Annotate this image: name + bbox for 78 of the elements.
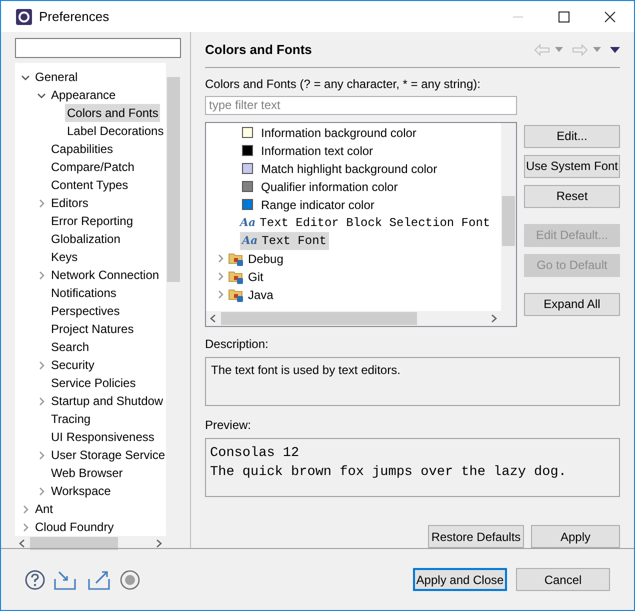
folder-icon	[228, 269, 244, 284]
chevron-right-icon[interactable]	[37, 360, 46, 370]
tree-item[interactable]: Error Reporting	[49, 212, 136, 230]
page-title: Colors and Fonts	[205, 40, 312, 59]
window-title: Preferences	[39, 8, 110, 26]
tree-item[interactable]: Perspectives	[49, 302, 122, 320]
tree-item[interactable]: Network Connection	[49, 266, 162, 284]
tree-item[interactable]: Label Decorations	[65, 122, 166, 140]
preview-text: Consolas 12	[210, 445, 300, 464]
maximize-icon[interactable]	[558, 10, 570, 22]
tree-item[interactable]: Service Policies	[49, 374, 138, 392]
chevron-right-icon[interactable]	[37, 396, 46, 406]
forward-arrow-icon[interactable]	[572, 44, 588, 56]
dropdown-icon[interactable]	[593, 47, 601, 52]
folder-icon	[228, 251, 244, 266]
folder-icon	[228, 287, 244, 302]
description-label: Description:	[205, 336, 270, 353]
chevron-right-icon[interactable]	[37, 270, 46, 280]
chevron-right-icon[interactable]	[37, 198, 46, 208]
font-icon: Aa	[242, 232, 258, 250]
tree-item[interactable]: Information background color	[261, 124, 416, 142]
tree-item[interactable]: Text Editor Block Selection Font	[260, 214, 490, 232]
tree-item[interactable]: Information text color	[261, 142, 374, 160]
push-button[interactable]: Apply	[531, 525, 620, 548]
tree-item[interactable]: Cloud Foundry	[33, 518, 116, 536]
tree-item[interactable]: Security	[49, 356, 96, 374]
vertical-scrollbar[interactable]	[501, 122, 516, 326]
export-icon[interactable]	[88, 570, 110, 590]
app-icon	[16, 8, 32, 24]
push-button[interactable]: Restore Defaults	[428, 525, 524, 548]
tree-item[interactable]: Web Browser	[49, 464, 125, 482]
tree-item[interactable]: Debug	[248, 250, 284, 268]
preview-text: The quick brown fox jumps over the lazy dog.	[210, 464, 568, 482]
import-icon[interactable]	[54, 570, 76, 590]
help-icon[interactable]	[25, 570, 45, 590]
tree-item[interactable]: Java	[248, 286, 274, 304]
dialog-button[interactable]: Apply and Close	[413, 568, 507, 591]
push-button[interactable]: Edit...	[524, 124, 620, 148]
tree-item[interactable]: Startup and Shutdow	[49, 392, 166, 410]
tree-item[interactable]: Qualifier information color	[261, 178, 398, 196]
tree-item[interactable]: General	[33, 68, 80, 86]
horizontal-scrollbar[interactable]	[206, 310, 501, 326]
close-icon[interactable]	[604, 10, 616, 22]
push-button[interactable]: Expand All	[524, 292, 620, 316]
tree-item[interactable]: Keys	[49, 248, 80, 266]
tree-item[interactable]: Ant	[33, 500, 56, 518]
tree-item[interactable]: Capabilities	[49, 140, 116, 158]
dialog-button[interactable]: Cancel	[516, 568, 610, 591]
tree-item[interactable]: Notifications	[49, 284, 118, 302]
tree-item[interactable]: Compare/Patch	[49, 158, 136, 176]
back-arrow-icon[interactable]	[534, 44, 550, 56]
filter-label: Colors and Fonts (? = any character, * = any string):	[205, 76, 482, 93]
search-field[interactable]	[15, 38, 181, 58]
tree-item[interactable]: Editors	[49, 194, 90, 212]
font-icon: Aa	[240, 214, 256, 232]
preview-label: Preview:	[205, 417, 252, 434]
tree-item[interactable]: Text Font	[262, 232, 326, 250]
tree-item[interactable]: Globalization	[49, 230, 122, 248]
menu-icon[interactable]	[610, 46, 620, 52]
tree-item[interactable]: Project Natures	[49, 320, 136, 338]
record-icon[interactable]	[120, 570, 140, 590]
tree-item[interactable]: Git	[248, 268, 264, 286]
dropdown-icon[interactable]	[555, 47, 563, 52]
tree-item[interactable]: Workspace	[49, 482, 113, 500]
tree-item[interactable]: Search	[49, 338, 92, 356]
push-button[interactable]: Reset	[524, 184, 620, 208]
tree-item[interactable]: Appearance	[49, 86, 118, 104]
description-box: The text font is used by text editors.	[205, 356, 620, 406]
push-button[interactable]: Use System Font	[524, 154, 620, 178]
filter-field[interactable]: type filter text	[205, 96, 517, 115]
tree-item[interactable]: Tracing	[49, 410, 93, 428]
tree-item[interactable]: UI Responsiveness	[49, 428, 156, 446]
tree-item[interactable]: Content Types	[49, 176, 130, 194]
tree-item[interactable]: Range indicator color	[261, 196, 374, 214]
chevron-right-icon[interactable]	[37, 450, 46, 460]
tree-item[interactable]: Match highlight background color	[261, 160, 438, 178]
tree-item[interactable]: User Storage Service	[49, 446, 166, 464]
tree-item[interactable]: Colors and Fonts	[65, 104, 160, 122]
